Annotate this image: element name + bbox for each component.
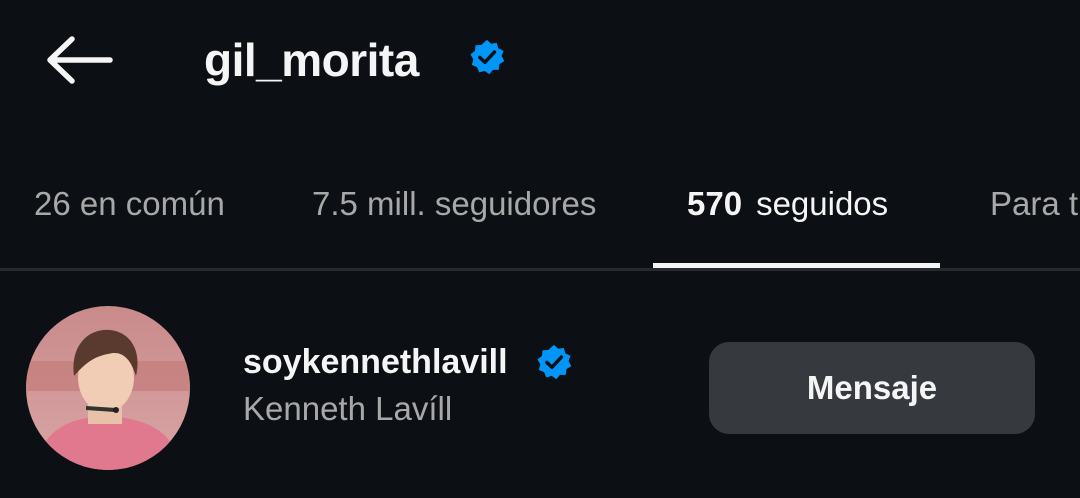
tab-following-label: seguidos [756, 185, 889, 222]
connections-tabs: 26 en común 7.5 mill. seguidores 570 segu… [0, 160, 1080, 270]
tab-following[interactable]: 570 seguidos [687, 182, 888, 226]
tab-suggested-label: Para t [990, 185, 1079, 222]
tab-followers-count: 7.5 mill. [312, 185, 426, 222]
tab-followers[interactable]: 7.5 mill. seguidores [312, 182, 596, 226]
account-full-name: Kenneth Lavíll [243, 390, 453, 427]
verified-badge-icon [470, 39, 505, 75]
arrow-left-icon [47, 36, 113, 84]
tab-suggested[interactable]: Para t [990, 182, 1078, 226]
top-bar: gil_morita [0, 0, 1080, 120]
tab-following-count: 570 [687, 185, 743, 222]
back-button[interactable] [44, 34, 114, 86]
list-item[interactable]: soykennethlavill Kenneth Lavíll Mensaje [0, 300, 1080, 480]
account-username[interactable]: soykennethlavill [243, 340, 508, 384]
tab-mutual-label: en común [79, 185, 225, 222]
tab-followers-label: seguidores [434, 185, 597, 222]
tabs-divider [0, 268, 1080, 271]
verified-badge-icon [537, 344, 572, 380]
avatar[interactable] [26, 306, 190, 470]
message-button[interactable]: Mensaje [709, 342, 1035, 434]
tab-mutual[interactable]: 26 en común [34, 182, 225, 226]
tab-mutual-count: 26 [34, 185, 71, 222]
profile-photo [26, 306, 190, 470]
profile-username: gil_morita [204, 34, 419, 86]
